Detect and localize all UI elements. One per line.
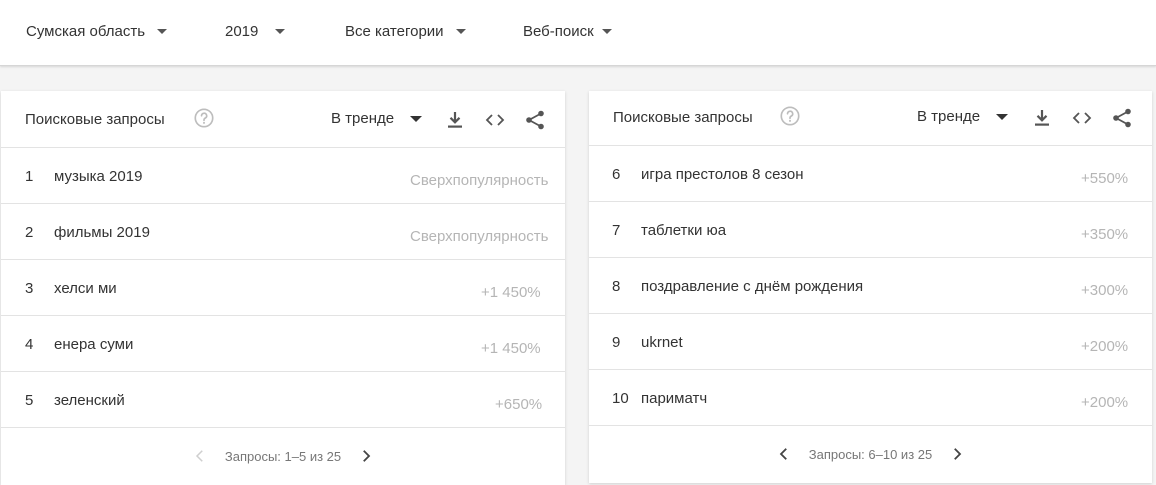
share-icon[interactable] — [523, 108, 547, 132]
table-row[interactable]: 4 енера суми +1 450% — [1, 316, 565, 372]
table-row[interactable]: 9 ukrnet +200% — [589, 314, 1152, 370]
table-row[interactable]: 3 хелси ми +1 450% — [1, 260, 565, 316]
help-circle-icon[interactable] — [193, 107, 215, 129]
year-label: 2019 — [225, 23, 259, 40]
table-row[interactable]: 5 зеленский +650% — [1, 372, 565, 428]
related-queries-card-left: Поисковые запросы В тренде 1 музыка 2019… — [1, 91, 565, 485]
trend-label: В тренде — [331, 110, 395, 127]
card-title: Поисковые запросы — [613, 109, 753, 126]
trend-label: В тренде — [917, 108, 981, 125]
row-rank: 4 — [25, 336, 34, 353]
row-value: +350% — [1081, 226, 1129, 243]
pagination-text: Запросы: 1–5 из 25 — [224, 448, 342, 464]
caret-down-icon — [410, 115, 423, 122]
year-dropdown[interactable]: 2019 — [225, 23, 286, 40]
row-term[interactable]: таблетки юа — [641, 222, 726, 239]
related-queries-card-right: Поисковые запросы В тренде 6 игра престо… — [589, 91, 1152, 483]
caret-down-icon — [455, 29, 466, 34]
row-rank: 5 — [25, 392, 34, 409]
row-value: +1 450% — [481, 284, 541, 301]
card-header: Поисковые запросы В тренде — [1, 91, 565, 148]
search-type-label: Веб-поиск — [523, 23, 594, 40]
card-title: Поисковые запросы — [25, 111, 165, 128]
row-value: Сверхпопулярность — [410, 172, 549, 189]
row-term[interactable]: хелси ми — [54, 280, 117, 297]
row-rank: 2 — [25, 224, 34, 241]
share-icon[interactable] — [1110, 106, 1134, 130]
region-label: Сумская область — [26, 23, 146, 40]
row-rank: 3 — [25, 280, 34, 297]
row-term[interactable]: поздравление с днём рождения — [641, 278, 863, 295]
table-row[interactable]: 7 таблетки юа +350% — [589, 202, 1152, 258]
row-value: Сверхпопулярность — [410, 228, 549, 245]
row-rank: 8 — [612, 278, 621, 295]
table-row[interactable]: 10 париматч +200% — [589, 370, 1152, 426]
caret-down-icon — [275, 29, 286, 34]
download-icon[interactable] — [443, 108, 467, 132]
filter-bar: Сумская область 2019 Все категории Веб-п… — [0, 0, 1156, 66]
table-row[interactable]: 6 игра престолов 8 сезон +550% — [589, 146, 1152, 202]
row-term[interactable]: зеленский — [54, 392, 125, 409]
caret-down-icon — [601, 29, 612, 34]
row-rank: 1 — [25, 168, 34, 185]
row-value: +1 450% — [481, 340, 541, 357]
trend-dropdown[interactable]: В тренде — [917, 108, 1009, 125]
pagination-text: Запросы: 6–10 из 25 — [808, 446, 933, 462]
category-dropdown[interactable]: Все категории — [345, 23, 466, 40]
table-row[interactable]: 2 фильмы 2019 Сверхпопулярность — [1, 204, 565, 260]
category-label: Все категории — [345, 23, 444, 40]
code-icon[interactable] — [483, 108, 507, 132]
row-value: +650% — [495, 396, 543, 413]
code-icon[interactable] — [1070, 106, 1094, 130]
row-term[interactable]: игра престолов 8 сезон — [641, 166, 803, 183]
row-rank: 6 — [612, 166, 621, 183]
region-dropdown[interactable]: Сумская область — [26, 23, 168, 40]
row-value: +200% — [1081, 394, 1129, 411]
caret-down-icon — [996, 113, 1009, 120]
search-type-dropdown[interactable]: Веб-поиск — [523, 23, 612, 40]
table-row[interactable]: 1 музыка 2019 Сверхпопулярность — [1, 148, 565, 204]
row-term[interactable]: енера суми — [54, 336, 133, 353]
pagination: Запросы: 1–5 из 25 — [1, 428, 565, 484]
row-rank: 10 — [612, 390, 629, 407]
chevron-right-icon[interactable] — [357, 447, 375, 465]
row-term[interactable]: ukrnet — [641, 334, 683, 351]
chevron-left-icon[interactable] — [191, 447, 209, 465]
chevron-left-icon[interactable] — [775, 445, 793, 463]
row-value: +550% — [1081, 170, 1129, 187]
download-icon[interactable] — [1030, 106, 1054, 130]
card-header: Поисковые запросы В тренде — [589, 91, 1152, 146]
table-row[interactable]: 8 поздравление с днём рождения +300% — [589, 258, 1152, 314]
row-term[interactable]: музыка 2019 — [54, 168, 142, 185]
help-circle-icon[interactable] — [779, 105, 801, 127]
chevron-right-icon[interactable] — [948, 445, 966, 463]
row-value: +200% — [1081, 338, 1129, 355]
caret-down-icon — [157, 29, 168, 34]
row-term[interactable]: фильмы 2019 — [54, 224, 150, 241]
trend-dropdown[interactable]: В тренде — [331, 110, 423, 127]
pagination: Запросы: 6–10 из 25 — [589, 426, 1152, 482]
row-term[interactable]: париматч — [641, 390, 707, 407]
row-rank: 9 — [612, 334, 621, 351]
row-value: +300% — [1081, 282, 1129, 299]
row-rank: 7 — [612, 222, 621, 239]
